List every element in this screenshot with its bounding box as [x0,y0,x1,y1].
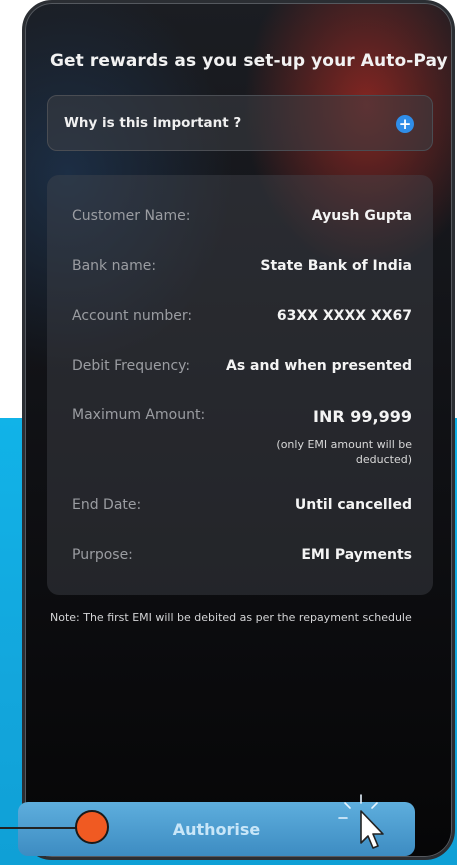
detail-label: Debit Frequency: [72,358,191,374]
detail-value: 63XX XXXX XX67 [276,308,412,324]
detail-value: Ayush Gupta [311,208,412,224]
phone-screen: Get rewards as you set-up your Auto-Pay … [22,0,455,860]
why-important-expander[interactable]: Why is this important ? + [47,95,433,151]
callout-marker [75,810,109,844]
repayment-note: Note: The first EMI will be debited as p… [50,611,412,624]
detail-value: INR 99,999 [313,407,412,426]
mandate-details-card: Customer Name: Ayush Gupta Bank name: St… [47,175,433,595]
detail-label: Account number: [72,308,193,324]
detail-value: State Bank of India [260,258,412,274]
detail-label: Customer Name: [72,208,191,224]
detail-value: As and when presented [225,358,412,374]
detail-value: Until cancelled [294,497,412,513]
detail-label: Bank name: [72,258,157,274]
detail-label: Purpose: [72,547,133,563]
detail-value: EMI Payments [301,547,412,563]
page-title: Get rewards as you set-up your Auto-Pay [50,51,448,71]
detail-label: End Date: [72,497,142,513]
callout-line [0,827,80,829]
amount-subnote: (only EMI amount will be deducted) [276,438,412,466]
why-important-label: Why is this important ? [64,115,242,131]
pointer-cursor-icon [338,794,384,849]
detail-label: Maximum Amount: [72,407,206,423]
plus-icon[interactable]: + [396,115,414,133]
